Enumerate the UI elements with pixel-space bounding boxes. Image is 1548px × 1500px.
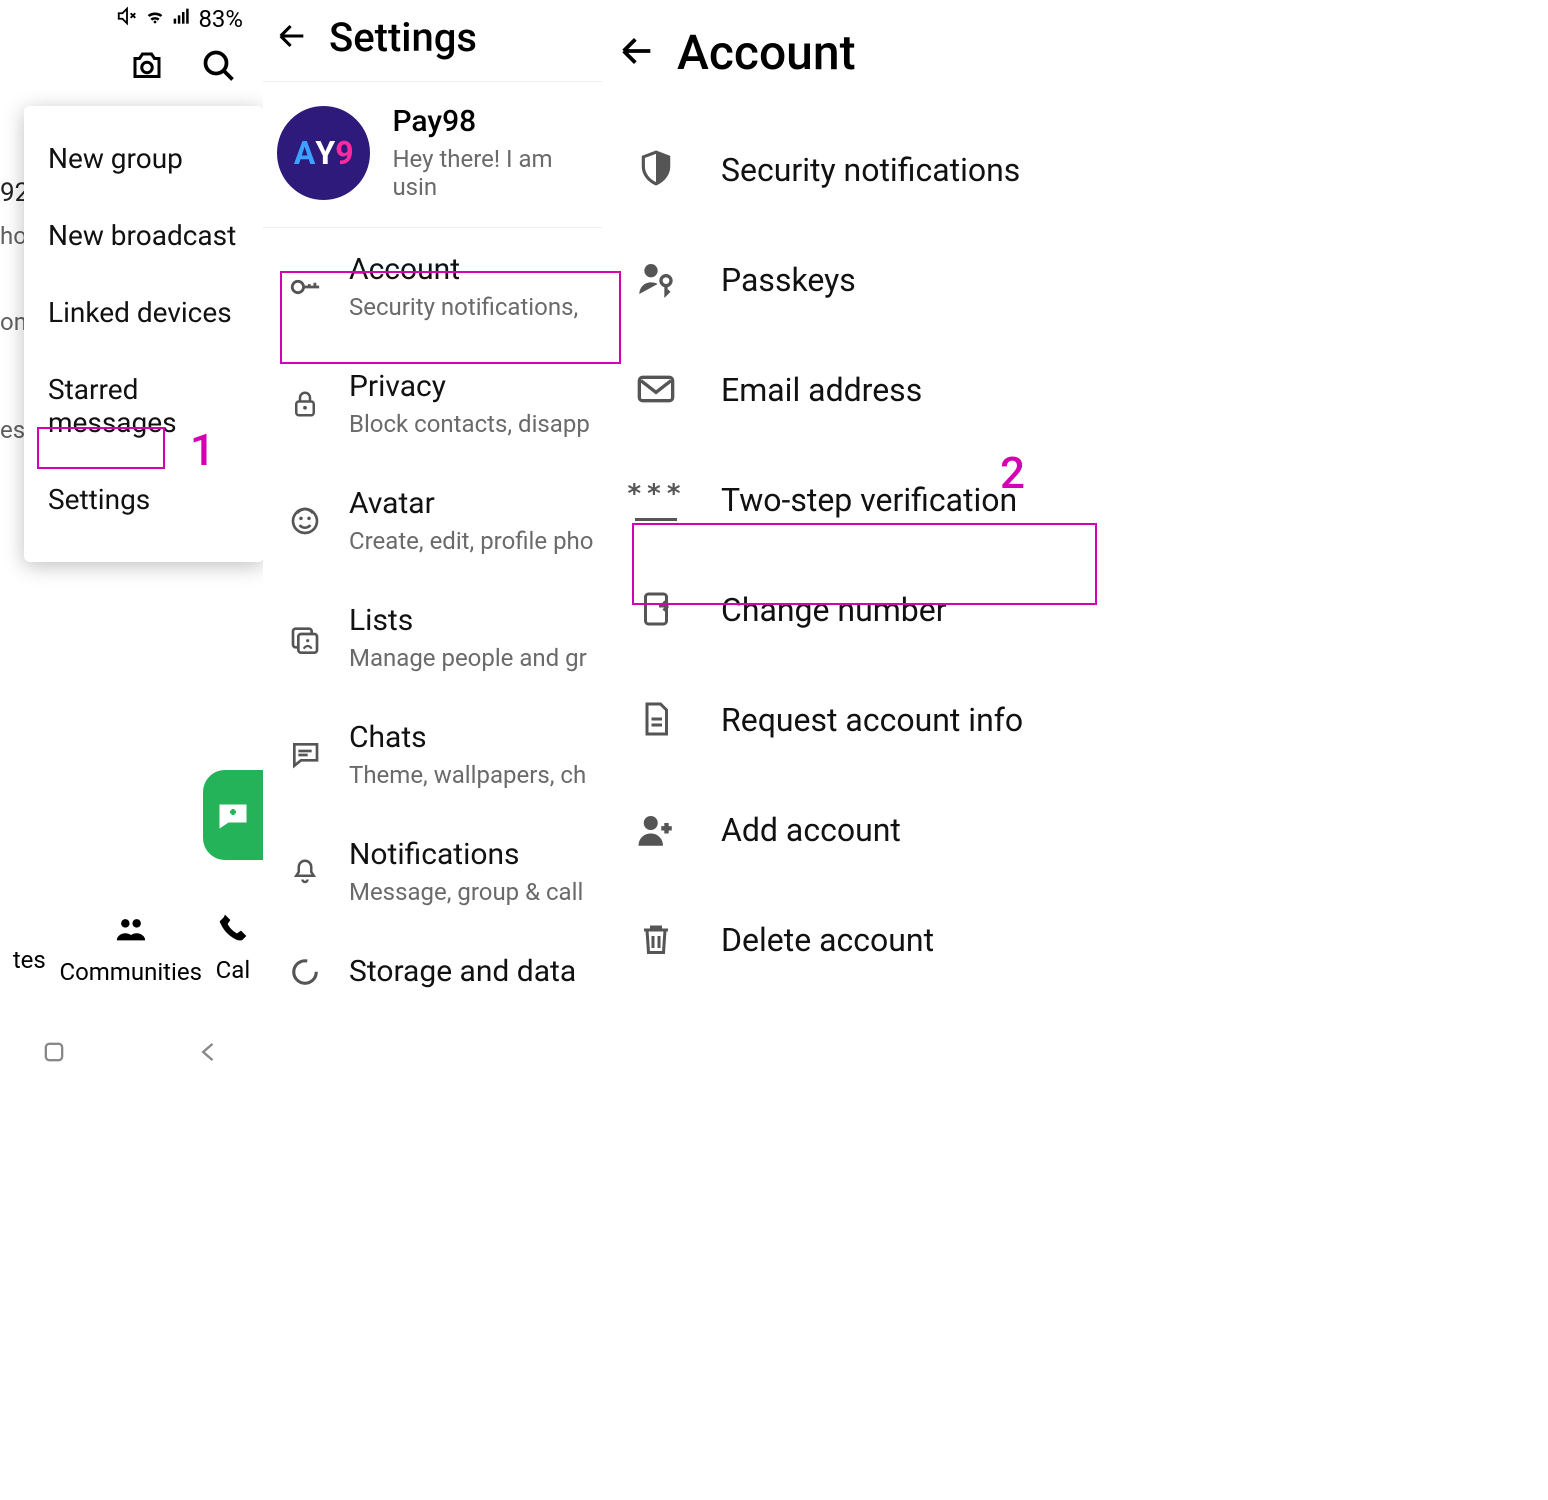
settings-row-notifications[interactable]: Notifications Message, group & call xyxy=(263,813,602,930)
nav-updates[interactable]: x tes xyxy=(13,912,46,986)
row-subtitle: Message, group & call xyxy=(349,878,583,906)
row-title: Lists xyxy=(349,603,587,638)
row-label: Add account xyxy=(721,811,901,849)
recent-apps-key[interactable] xyxy=(40,1038,68,1070)
settings-title: Settings xyxy=(329,14,477,61)
password-icon: *** xyxy=(635,479,677,521)
signal-icon xyxy=(172,4,192,34)
row-subtitle: Block contacts, disapp xyxy=(349,410,590,438)
row-title: Notifications xyxy=(349,837,583,872)
row-title: Privacy xyxy=(349,369,590,404)
annotation-step-2: 2 xyxy=(1000,447,1025,499)
account-row-delete-account[interactable]: Delete account xyxy=(603,885,1123,995)
menu-item-linked-devices[interactable]: Linked devices xyxy=(24,274,263,351)
annotation-step-1: 1 xyxy=(190,424,215,476)
phone-icon xyxy=(217,912,249,950)
settings-row-chats[interactable]: Chats Theme, wallpapers, ch xyxy=(263,696,602,813)
nav-updates-label: tes xyxy=(13,946,46,974)
row-label: Delete account xyxy=(721,921,934,959)
bell-icon xyxy=(287,857,323,887)
data-icon xyxy=(287,957,323,987)
chats-toolbar xyxy=(0,34,263,108)
row-label: Request account info xyxy=(721,701,1023,739)
lists-icon xyxy=(287,622,323,654)
settings-row-account[interactable]: Account Security notifications, xyxy=(263,228,602,345)
settings-row-storage[interactable]: Storage and data xyxy=(263,930,602,1013)
android-softkeys xyxy=(0,1038,263,1070)
row-label: Two-step verification xyxy=(721,481,1017,519)
search-icon[interactable] xyxy=(201,48,237,88)
addperson-icon xyxy=(635,809,677,851)
mail-icon xyxy=(635,369,677,411)
camera-icon[interactable] xyxy=(129,48,165,88)
account-row-add-account[interactable]: Add account xyxy=(603,775,1123,885)
settings-row-privacy[interactable]: Privacy Block contacts, disapp xyxy=(263,345,602,462)
sim-icon xyxy=(635,589,677,631)
row-subtitle: Theme, wallpapers, ch xyxy=(349,761,586,789)
account-title: Account xyxy=(677,24,856,81)
chats-screen: 83% 92 ho on ess New group New broadcast… xyxy=(0,0,263,1080)
menu-item-new-group[interactable]: New group xyxy=(24,120,263,197)
profile-name: Pay98 xyxy=(392,104,602,139)
account-row-request-info[interactable]: Request account info xyxy=(603,665,1123,775)
passkey-icon xyxy=(635,259,677,301)
communities-icon xyxy=(114,912,148,952)
menu-item-settings[interactable]: Settings xyxy=(24,461,263,538)
row-label: Security notifications xyxy=(721,151,1020,189)
trash-icon xyxy=(635,919,677,961)
row-title: Avatar xyxy=(349,486,593,521)
back-icon[interactable] xyxy=(275,19,309,57)
profile-avatar: AY9 xyxy=(277,106,370,200)
new-chat-fab[interactable] xyxy=(203,770,263,860)
settings-header: Settings xyxy=(263,0,602,82)
back-key[interactable] xyxy=(195,1038,223,1070)
row-title: Storage and data xyxy=(349,954,576,989)
account-row-two-step[interactable]: *** Two-step verification xyxy=(603,445,1123,555)
account-row-change-number[interactable]: Change number xyxy=(603,555,1123,665)
nav-calls-label: Cal xyxy=(216,956,251,984)
overflow-menu: New group New broadcast Linked devices S… xyxy=(24,106,263,562)
row-label: Change number xyxy=(721,591,947,629)
row-label: Email address xyxy=(721,371,922,409)
chat-icon xyxy=(287,739,323,771)
wifi-icon xyxy=(144,4,166,34)
bottom-nav: x tes Communities Cal xyxy=(0,912,263,986)
doc-icon xyxy=(635,699,677,741)
shield-icon xyxy=(635,149,677,191)
mute-icon xyxy=(116,4,138,34)
settings-screen: Settings AY9 Pay98 Hey there! I am usin … xyxy=(263,0,603,1080)
settings-row-avatar[interactable]: Avatar Create, edit, profile pho xyxy=(263,462,602,579)
battery-text: 83% xyxy=(198,5,243,33)
profile-status: Hey there! I am usin xyxy=(392,145,602,201)
settings-row-lists[interactable]: Lists Manage people and gr xyxy=(263,579,602,696)
account-row-passkeys[interactable]: Passkeys xyxy=(603,225,1123,335)
account-screen: Account Security notifications Passkeys … xyxy=(603,0,1123,1080)
avatar-face-icon xyxy=(287,505,323,537)
row-subtitle: Manage people and gr xyxy=(349,644,587,672)
account-row-security-notifications[interactable]: Security notifications xyxy=(603,115,1123,225)
status-bar: 83% xyxy=(0,0,263,34)
row-subtitle: Create, edit, profile pho xyxy=(349,527,593,555)
account-header: Account xyxy=(603,0,1123,115)
row-title: Account xyxy=(349,252,578,287)
row-label: Passkeys xyxy=(721,261,856,299)
back-icon[interactable] xyxy=(617,31,657,75)
menu-item-starred-messages[interactable]: Starred messages xyxy=(24,351,263,461)
key-icon xyxy=(287,270,323,304)
lock-icon xyxy=(287,389,323,419)
nav-communities[interactable]: Communities xyxy=(59,912,202,986)
menu-item-new-broadcast[interactable]: New broadcast xyxy=(24,197,263,274)
nav-communities-label: Communities xyxy=(59,958,202,986)
profile-row[interactable]: AY9 Pay98 Hey there! I am usin xyxy=(263,82,602,228)
account-row-email[interactable]: Email address xyxy=(603,335,1123,445)
nav-calls[interactable]: Cal xyxy=(216,912,251,986)
row-title: Chats xyxy=(349,720,586,755)
row-subtitle: Security notifications, xyxy=(349,293,578,321)
